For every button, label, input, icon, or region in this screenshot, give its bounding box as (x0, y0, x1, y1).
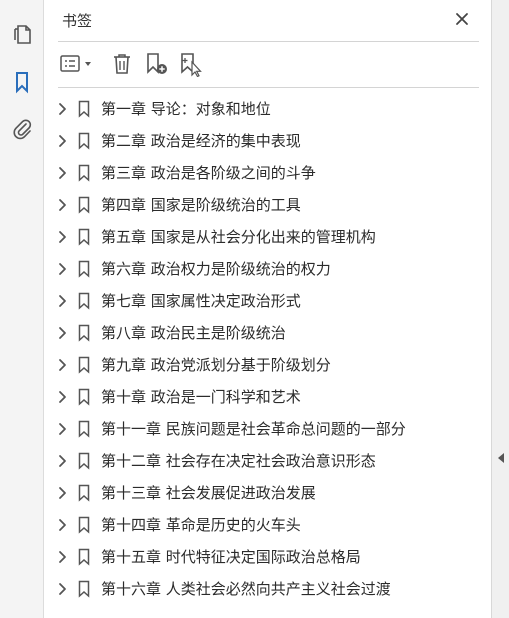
panel-collapse-strip[interactable] (491, 0, 509, 618)
close-icon[interactable] (454, 11, 470, 27)
bookmark-item[interactable]: 第十四章 革命是历史的火车头 (44, 509, 491, 541)
bookmark-label: 第七章 国家属性决定政治形式 (101, 292, 301, 310)
bookmark-item[interactable]: 第三章 政治是各阶级之间的斗争 (44, 157, 491, 189)
bookmark-label: 第一章 导论：对象和地位 (101, 100, 271, 118)
chevron-right-icon[interactable] (57, 582, 67, 596)
chevron-right-icon[interactable] (57, 198, 67, 212)
bookmark-label: 第四章 国家是阶级统治的工具 (101, 196, 301, 214)
new-bookmark-button[interactable] (144, 49, 170, 79)
trash-icon (114, 54, 130, 74)
chevron-right-icon[interactable] (57, 550, 67, 564)
bookmark-label: 第十三章 社会发展促进政治发展 (101, 484, 316, 502)
bookmark-icon (78, 356, 90, 374)
chevron-right-icon[interactable] (57, 518, 67, 532)
bookmark-label: 第十二章 社会存在决定社会政治意识形态 (101, 452, 376, 470)
bookmark-item[interactable]: 第二章 政治是经济的集中表现 (44, 125, 491, 157)
bookmark-label: 第十一章 民族问题是社会革命总问题的一部分 (101, 420, 406, 438)
bookmark-label: 第十五章 时代特征决定国际政治总格局 (101, 548, 361, 566)
bookmark-item[interactable]: 第十五章 时代特征决定国际政治总格局 (44, 541, 491, 573)
bookmark-icon (78, 100, 90, 118)
divider (58, 41, 479, 42)
navigation-rail (0, 0, 44, 618)
bookmark-label: 第十四章 革命是历史的火车头 (101, 516, 301, 534)
bookmark-panel-icon[interactable] (10, 70, 34, 94)
bookmark-icon (78, 484, 90, 502)
attachment-icon[interactable] (10, 116, 34, 140)
bookmark-item[interactable]: 第七章 国家属性决定政治形式 (44, 285, 491, 317)
bookmark-icon (78, 420, 90, 438)
bookmark-label: 第三章 政治是各阶级之间的斗争 (101, 164, 316, 182)
panel-title: 书签 (62, 12, 93, 30)
bookmark-item[interactable]: 第十一章 民族问题是社会革命总问题的一部分 (44, 413, 491, 445)
bookmark-icon (78, 580, 90, 598)
bookmark-item[interactable]: 第五章 国家是从社会分化出来的管理机构 (44, 221, 491, 253)
bookmark-item[interactable]: 第四章 国家是阶级统治的工具 (44, 189, 491, 221)
pages-icon[interactable] (10, 22, 34, 46)
chevron-right-icon[interactable] (57, 326, 67, 340)
bookmark-label: 第十六章 人类社会必然向共产主义社会过渡 (101, 580, 391, 598)
new-bookmark-icon (147, 53, 167, 74)
bookmark-icon (78, 260, 90, 278)
chevron-right-icon[interactable] (57, 230, 67, 244)
bookmark-icon (78, 164, 90, 182)
chevron-right-icon[interactable] (57, 422, 67, 436)
bookmark-item[interactable]: 第十六章 人类社会必然向共产主义社会过渡 (44, 573, 491, 605)
bookmark-label: 第二章 政治是经济的集中表现 (101, 132, 301, 150)
bookmark-icon (78, 228, 90, 246)
bookmark-icon (78, 324, 90, 342)
bookmark-label: 第九章 政治党派划分基于阶级划分 (101, 356, 331, 374)
chevron-right-icon[interactable] (57, 134, 67, 148)
options-menu-icon (60, 55, 91, 72)
chevron-right-icon[interactable] (57, 358, 67, 372)
bookmarks-panel: 书签 第一章 导论：对象和地位 第二章 政治是经济的集中表现 第三章 政治是各阶… (44, 0, 491, 618)
bookmark-icon (78, 388, 90, 406)
bookmark-item[interactable]: 第六章 政治权力是阶级统治的权力 (44, 253, 491, 285)
bookmark-label: 第十章 政治是一门科学和艺术 (101, 388, 301, 406)
bookmark-item[interactable]: 第十章 政治是一门科学和艺术 (44, 381, 491, 413)
chevron-right-icon[interactable] (57, 294, 67, 308)
chevron-right-icon[interactable] (57, 102, 67, 116)
bookmark-icon (78, 548, 90, 566)
bookmark-item[interactable]: 第十二章 社会存在决定社会政治意识形态 (44, 445, 491, 477)
chevron-right-icon[interactable] (57, 166, 67, 180)
bookmark-from-selection-button[interactable] (178, 49, 204, 79)
bookmark-label: 第五章 国家是从社会分化出来的管理机构 (101, 228, 376, 246)
bookmark-icon (78, 196, 90, 214)
bookmark-icon (78, 452, 90, 470)
bookmark-item[interactable]: 第九章 政治党派划分基于阶级划分 (44, 349, 491, 381)
bookmark-from-selection-icon (181, 53, 202, 77)
bookmark-icon (78, 132, 90, 150)
chevron-right-icon[interactable] (57, 262, 67, 276)
bookmark-label: 第六章 政治权力是阶级统治的权力 (101, 260, 331, 278)
delete-bookmark-button[interactable] (110, 49, 134, 79)
divider (58, 87, 479, 88)
chevron-right-icon[interactable] (57, 454, 67, 468)
chevron-right-icon[interactable] (57, 486, 67, 500)
bookmark-label: 第八章 政治民主是阶级统治 (101, 324, 286, 342)
collapse-arrow-icon[interactable] (497, 452, 505, 464)
bookmark-item[interactable]: 第八章 政治民主是阶级统治 (44, 317, 491, 349)
chevron-right-icon[interactable] (57, 390, 67, 404)
bookmark-icon (78, 292, 90, 310)
options-menu-button[interactable] (58, 49, 96, 79)
bookmark-item[interactable]: 第一章 导论：对象和地位 (44, 93, 491, 125)
bookmark-item[interactable]: 第十三章 社会发展促进政治发展 (44, 477, 491, 509)
bookmark-icon (78, 516, 90, 534)
